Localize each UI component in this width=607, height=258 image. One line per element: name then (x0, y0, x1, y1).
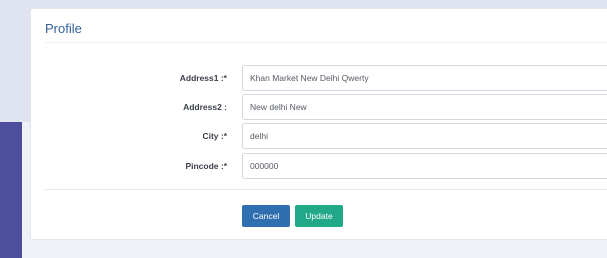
panel-title: Profile (45, 21, 82, 36)
pincode-input[interactable] (242, 153, 607, 179)
address1-input[interactable] (242, 65, 607, 91)
city-row: City :* (31, 123, 607, 149)
profile-panel: Profile Address1 :* Address2 : City :* P… (30, 8, 607, 240)
cancel-button[interactable]: Cancel (242, 205, 290, 227)
form-divider (45, 189, 607, 190)
address2-label: Address2 : (183, 102, 227, 112)
address1-label: Address1 :* (179, 73, 227, 83)
city-input[interactable] (242, 123, 607, 149)
address2-input[interactable] (242, 94, 607, 120)
city-label: City :* (202, 131, 227, 141)
pincode-label: Pincode :* (185, 161, 227, 171)
address1-row: Address1 :* (31, 65, 607, 91)
update-button[interactable]: Update (295, 205, 343, 227)
pincode-row: Pincode :* (31, 153, 607, 179)
address2-row: Address2 : (31, 94, 607, 120)
sidebar-edge (0, 122, 22, 258)
title-divider (45, 42, 607, 43)
